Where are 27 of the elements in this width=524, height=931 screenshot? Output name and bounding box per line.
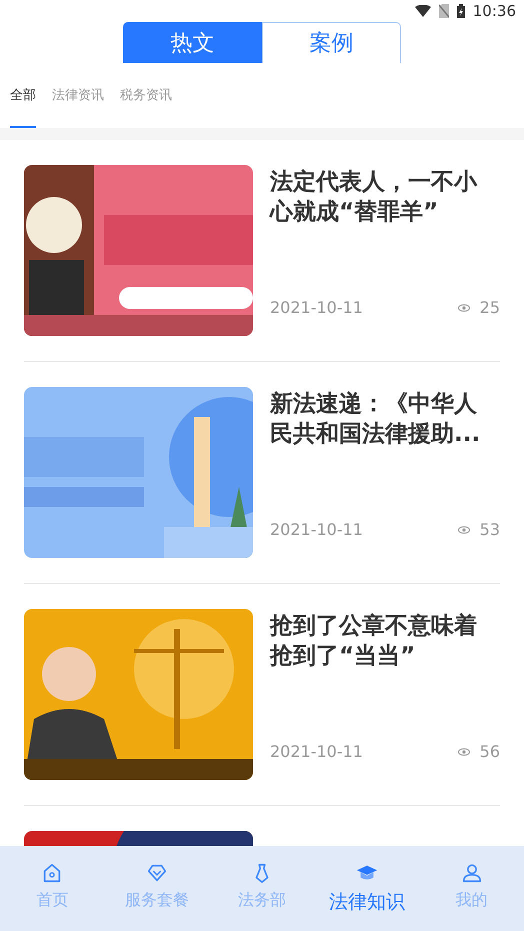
- eye-icon: [458, 748, 470, 756]
- diamond-icon: [146, 862, 168, 884]
- nav-tab[interactable]: 服务套餐: [104, 846, 210, 931]
- nav-tab[interactable]: 法律知识: [314, 846, 420, 931]
- wifi-icon: [414, 5, 431, 17]
- view-count: 25: [480, 297, 500, 319]
- article-title[interactable]: 法定代表人，一不小心就成“替罪羊”: [270, 167, 488, 227]
- eye-icon: [458, 526, 470, 534]
- top-tab[interactable]: 热文: [123, 22, 262, 63]
- view-count: 53: [480, 519, 500, 541]
- article-date: 2021-10-11: [270, 519, 363, 541]
- status-time: 10:36: [472, 0, 516, 22]
- nav-tab[interactable]: 法务部: [210, 846, 314, 931]
- nav-tab[interactable]: 首页: [0, 846, 105, 931]
- category-tab[interactable]: 法律资讯: [52, 86, 104, 128]
- top-tab[interactable]: 案例: [262, 22, 401, 63]
- article-title[interactable]: 新法速递：《中华人民共和国法律援助...: [270, 389, 488, 449]
- user-icon: [460, 862, 483, 884]
- category-tab[interactable]: 税务资讯: [120, 86, 172, 128]
- nav-tab[interactable]: 我的: [419, 846, 524, 931]
- view-count: 56: [480, 741, 500, 763]
- eye-icon: [458, 304, 470, 312]
- no-sim-icon: [438, 4, 449, 18]
- article-date: 2021-10-11: [270, 297, 363, 319]
- article-date: 2021-10-11: [270, 741, 363, 763]
- battery-icon: [456, 4, 465, 18]
- article-title[interactable]: 抢到了公章不意味着抢到了“当当”: [270, 611, 488, 671]
